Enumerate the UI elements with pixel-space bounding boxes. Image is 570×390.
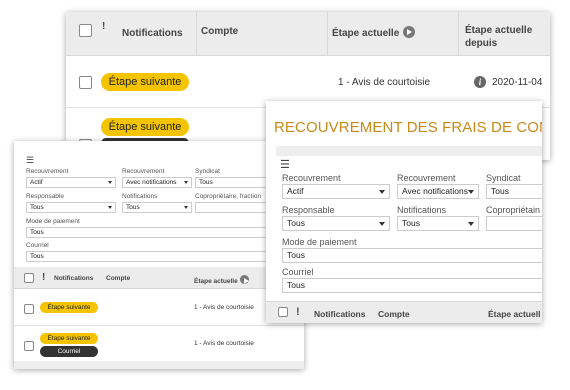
select-all-checkbox[interactable] bbox=[24, 273, 34, 283]
etape-suivante-badge[interactable]: Étape suivante bbox=[40, 302, 98, 313]
courriel-badge[interactable]: Courriel bbox=[40, 346, 98, 357]
select-all-checkbox[interactable] bbox=[79, 24, 92, 37]
filter-label: Recouvrement bbox=[282, 173, 341, 183]
alert-icon: ! bbox=[102, 21, 106, 32]
row-checkbox[interactable] bbox=[24, 341, 34, 351]
notifications-select[interactable]: Tous bbox=[397, 216, 479, 231]
header-compte[interactable]: Compte bbox=[197, 12, 328, 55]
page-title: RECOUVREMENT DES FRAIS DE CONDO bbox=[274, 119, 542, 136]
header-checkbox-cell bbox=[66, 12, 96, 55]
coproprietaire-input[interactable] bbox=[486, 216, 542, 231]
header-etape-actuelle-depuis[interactable]: Étape actuelle depuis bbox=[459, 12, 550, 55]
syndicat-select[interactable]: Tous bbox=[486, 184, 542, 199]
mode-paiement-select[interactable]: Tous bbox=[26, 227, 304, 238]
table-row[interactable]: Étape suivante Courriel 1 - Avis de cour… bbox=[14, 327, 304, 361]
filter-label: Syndicat bbox=[486, 173, 521, 183]
recouvrement-notifications-select[interactable]: Avec notifications bbox=[397, 184, 479, 199]
select-all-checkbox[interactable] bbox=[278, 307, 288, 317]
filter-label: Mode de paiement bbox=[282, 237, 357, 247]
chevron-down-icon bbox=[108, 206, 112, 209]
etape-suivante-badge[interactable]: Étape suivante bbox=[101, 73, 189, 91]
etape-suivante-badge[interactable]: Étape suivante bbox=[40, 333, 98, 344]
etape-value: 1 - Avis de courtoisie bbox=[194, 304, 254, 311]
chevron-down-icon bbox=[468, 190, 474, 194]
filter-label: Syndicat bbox=[195, 168, 220, 175]
responsable-select[interactable]: Tous bbox=[26, 202, 116, 213]
table-header: ! Notifications Compte Étape actuell bbox=[266, 301, 542, 323]
filter-label: Recouvrement bbox=[122, 168, 165, 175]
play-icon[interactable] bbox=[239, 275, 249, 284]
filters-screenshot-front: RECOUVREMENT DES FRAIS DE CONDO ☰ Recouv… bbox=[266, 101, 542, 323]
header-etape-actuelle[interactable]: Étape actuelle bbox=[328, 12, 459, 55]
table-row[interactable]: Étape suivante 1 - Avis de courtoisie bbox=[14, 290, 304, 326]
etape-value: 1 - Avis de courtoisie bbox=[194, 340, 254, 347]
header-etape-actuelle[interactable]: Étape actuelle bbox=[194, 275, 249, 285]
header-notifications[interactable]: Notifications bbox=[314, 309, 365, 319]
filter-label: Responsable bbox=[282, 205, 335, 215]
chevron-down-icon bbox=[184, 206, 188, 209]
table-header: ! Notifications Compte Étape actuelle Ét… bbox=[66, 12, 550, 56]
filters-screenshot-left: ☰ Recouvrement Actif Recouvrement Avec n… bbox=[14, 141, 304, 369]
etape-value: 1 - Avis de courtoisie bbox=[338, 77, 431, 88]
alert-icon: ! bbox=[42, 272, 46, 283]
courriel-select[interactable]: Tous bbox=[282, 278, 542, 293]
recouvrement-select[interactable]: Actif bbox=[282, 184, 390, 199]
courriel-select[interactable]: Tous bbox=[26, 251, 304, 262]
filter-label: Copropriétaire, fraction bbox=[195, 193, 262, 200]
header-compte[interactable]: Compte bbox=[106, 275, 130, 282]
filter-label: Courriel bbox=[282, 267, 314, 277]
filter-label: Recouvrement bbox=[26, 168, 69, 175]
header-notifications[interactable]: Notifications bbox=[118, 12, 197, 55]
row-checkbox[interactable] bbox=[24, 304, 34, 314]
alert-icon: ! bbox=[296, 306, 300, 318]
notifications-select[interactable]: Tous bbox=[122, 202, 192, 213]
filter-label: Notifications bbox=[397, 205, 447, 215]
filter-label: Notifications bbox=[122, 193, 158, 200]
filter-menu-icon[interactable]: ☰ bbox=[280, 158, 290, 171]
chevron-down-icon bbox=[468, 222, 474, 226]
etape-suivante-badge[interactable]: Étape suivante bbox=[101, 118, 189, 136]
table-header: ! Notifications Compte Étape actuelle bbox=[14, 267, 304, 289]
filter-label: Recouvrement bbox=[397, 173, 456, 183]
filter-label: Mode de paiement bbox=[26, 218, 80, 225]
row-checkbox[interactable] bbox=[79, 76, 92, 89]
chevron-down-icon bbox=[379, 222, 385, 226]
mode-paiement-select[interactable]: Tous bbox=[282, 248, 542, 263]
recouvrement-select[interactable]: Actif bbox=[26, 177, 116, 188]
toolbar bbox=[276, 146, 542, 156]
chevron-down-icon bbox=[184, 181, 188, 184]
filter-label: Courriel bbox=[26, 242, 49, 249]
header-etape-actuelle[interactable]: Étape actuell bbox=[488, 309, 540, 319]
chevron-down-icon bbox=[379, 190, 385, 194]
info-icon[interactable]: i bbox=[474, 76, 486, 88]
filter-label: Copropriétain bbox=[486, 205, 541, 215]
table-footer bbox=[14, 361, 304, 369]
responsable-select[interactable]: Tous bbox=[282, 216, 390, 231]
chevron-down-icon bbox=[108, 181, 112, 184]
filter-menu-icon[interactable]: ☰ bbox=[26, 155, 34, 166]
recouvrement-notifications-select[interactable]: Avec notifications bbox=[122, 177, 192, 188]
filter-label: Responsable bbox=[26, 193, 64, 200]
header-compte[interactable]: Compte bbox=[378, 309, 410, 319]
play-icon[interactable] bbox=[403, 26, 416, 38]
etape-date: 2020-11-04 bbox=[492, 77, 543, 88]
header-notifications[interactable]: Notifications bbox=[54, 275, 93, 282]
stage: ! Notifications Compte Étape actuelle Ét… bbox=[0, 0, 570, 390]
